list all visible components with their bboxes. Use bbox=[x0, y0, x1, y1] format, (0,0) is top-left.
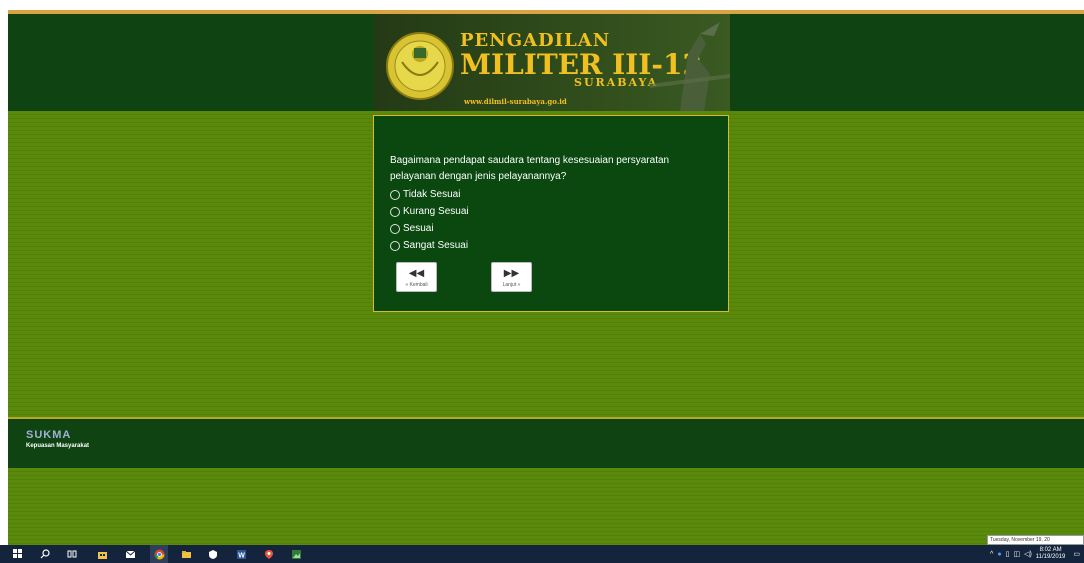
dropbox-icon[interactable]: ● bbox=[997, 551, 1001, 558]
next-button-label: Lanjut » bbox=[502, 282, 521, 288]
chrome-icon[interactable] bbox=[150, 545, 168, 563]
answer-options: Tidak Sesuai Kurang Sesuai Sesuai Sangat… bbox=[390, 186, 469, 254]
maps-icon[interactable] bbox=[263, 548, 275, 560]
bottom-background bbox=[8, 468, 1084, 545]
clock-date: 11/19/2019 bbox=[1035, 554, 1066, 560]
court-emblem-icon bbox=[386, 32, 454, 100]
next-button[interactable]: ▶▶ Lanjut » bbox=[491, 262, 532, 292]
option-sangat-sesuai[interactable]: Sangat Sesuai bbox=[390, 237, 469, 254]
monument-illustration-icon bbox=[650, 22, 730, 111]
option-label: Kurang Sesuai bbox=[403, 206, 469, 217]
shield-icon[interactable] bbox=[207, 548, 219, 560]
system-tray: ^ ● ▯ ◫ ◁) 8:02 AM 11/19/2019 ▭ bbox=[990, 545, 1080, 563]
volume-icon[interactable]: ◁) bbox=[1024, 550, 1032, 558]
battery-icon[interactable]: ▯ bbox=[1006, 550, 1010, 558]
photos-icon[interactable] bbox=[290, 548, 302, 560]
footer-brand: SUKMA bbox=[26, 429, 72, 441]
rewind-icon: ◀◀ bbox=[408, 268, 425, 279]
option-label: Tidak Sesuai bbox=[403, 189, 461, 200]
option-sesuai[interactable]: Sesuai bbox=[390, 220, 469, 237]
clock[interactable]: 8:02 AM 11/19/2019 bbox=[1036, 547, 1066, 561]
store-icon[interactable] bbox=[96, 548, 108, 560]
radio-icon[interactable] bbox=[390, 223, 400, 234]
survey-panel: Bagaimana pendapat saudara tentang keses… bbox=[373, 115, 729, 312]
header-banner: PENGADILAN MILITER III-12 SURABAYA www.d… bbox=[374, 14, 730, 111]
back-button[interactable]: ◀◀ « Kembali bbox=[396, 262, 437, 292]
option-label: Sesuai bbox=[403, 223, 434, 234]
radio-icon[interactable] bbox=[390, 240, 400, 251]
browser-viewport: PENGADILAN MILITER III-12 SURABAYA www.d… bbox=[0, 0, 1084, 545]
search-icon[interactable] bbox=[39, 548, 51, 560]
svg-text:W: W bbox=[238, 552, 245, 559]
chevron-up-icon[interactable]: ^ bbox=[990, 551, 993, 558]
option-tidak-sesuai[interactable]: Tidak Sesuai bbox=[390, 186, 469, 203]
task-view-icon[interactable] bbox=[66, 548, 78, 560]
option-label: Sangat Sesuai bbox=[403, 240, 469, 251]
banner-title-line3: SURABAYA bbox=[574, 76, 659, 89]
windows-taskbar: W ^ ● ▯ ◫ ◁) 8:02 AM 11/19/2019 ▭ bbox=[0, 545, 1084, 563]
network-icon[interactable]: ◫ bbox=[1013, 550, 1020, 558]
footer: SUKMA Kepuasan Masyarakat bbox=[8, 419, 1084, 468]
mail-icon[interactable] bbox=[124, 548, 136, 560]
footer-subtitle: Kepuasan Masyarakat bbox=[26, 443, 90, 449]
back-button-label: « Kembali bbox=[405, 282, 428, 288]
banner-url: www.dilmil-surabaya.go.id bbox=[464, 97, 567, 106]
file-explorer-icon[interactable] bbox=[180, 548, 192, 560]
clock-time: 8:02 AM bbox=[1039, 547, 1062, 553]
survey-question: Bagaimana pendapat saudara tentang keses… bbox=[390, 155, 670, 182]
notifications-icon[interactable]: ▭ bbox=[1073, 550, 1080, 558]
windows-icon[interactable] bbox=[12, 548, 24, 560]
option-kurang-sesuai[interactable]: Kurang Sesuai bbox=[390, 203, 469, 220]
radio-icon[interactable] bbox=[390, 189, 400, 200]
date-tooltip: Tuesday, November 19, 20 bbox=[987, 535, 1084, 545]
word-icon[interactable]: W bbox=[235, 548, 247, 560]
radio-icon[interactable] bbox=[390, 206, 400, 217]
fast-forward-icon: ▶▶ bbox=[503, 268, 520, 279]
